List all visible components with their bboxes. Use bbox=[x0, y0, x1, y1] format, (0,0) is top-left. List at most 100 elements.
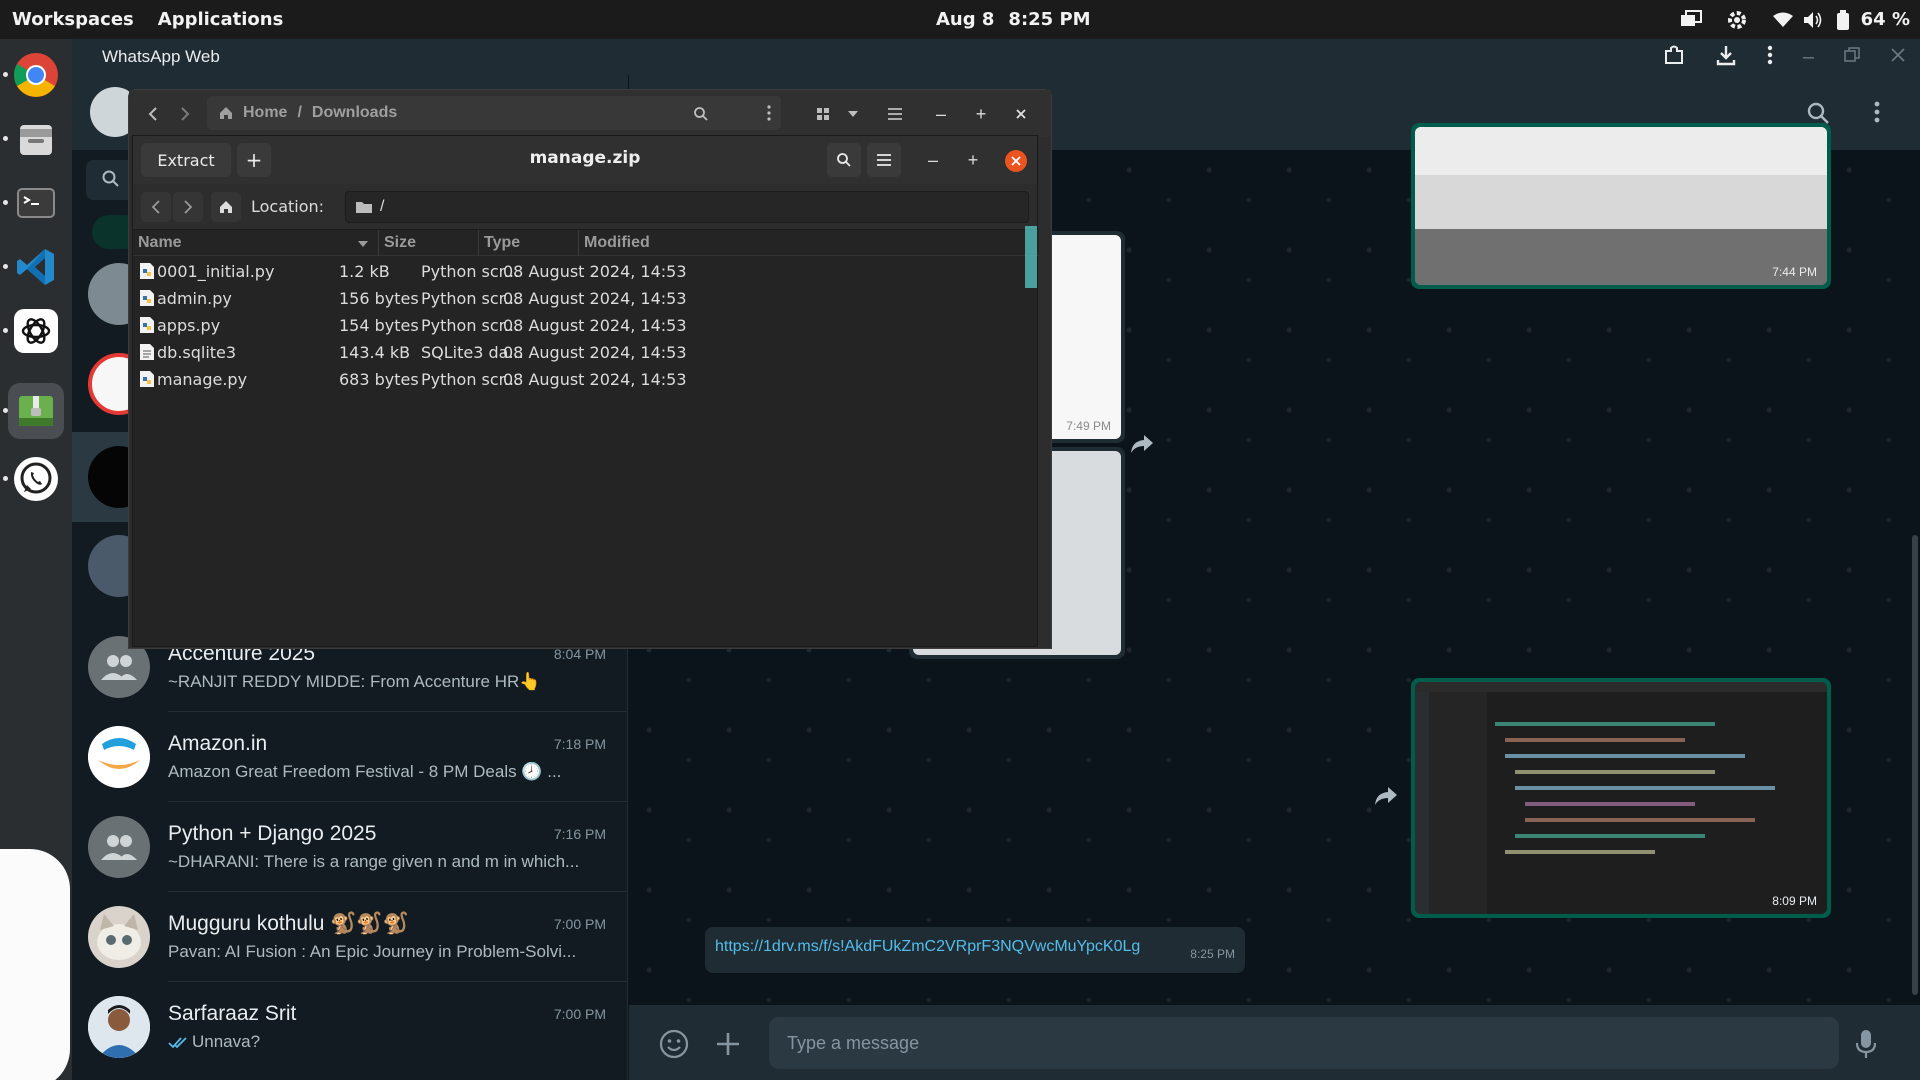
table-row[interactable]: admin.py 156 bytes Python scr... 08 August … bbox=[133, 285, 1039, 312]
column-header-size[interactable]: Size bbox=[379, 230, 479, 256]
microphone-icon[interactable] bbox=[1855, 1029, 1877, 1064]
workspaces-menu[interactable]: Workspaces bbox=[12, 9, 134, 30]
dock-vscode[interactable] bbox=[3, 239, 64, 295]
file-modified: 08 August 2024, 14:53 bbox=[503, 316, 687, 335]
close-icon[interactable] bbox=[1890, 47, 1906, 68]
chat-time: 7:16 PM bbox=[553, 826, 606, 842]
dock-terminal[interactable] bbox=[3, 175, 64, 231]
table-row[interactable]: 0001_initial.py 1.2 kB Python scr... 08 Aug… bbox=[133, 258, 1039, 285]
conversation-menu-icon[interactable] bbox=[1874, 101, 1880, 128]
file-name: db.sqlite3 bbox=[157, 343, 237, 362]
attach-plus-icon[interactable] bbox=[715, 1031, 741, 1062]
wifi-icon[interactable] bbox=[1771, 8, 1795, 32]
dock-archive-manager[interactable] bbox=[3, 383, 64, 439]
column-header-type[interactable]: Type bbox=[479, 230, 579, 256]
table-row[interactable]: manage.py 683 bytes Python scr... 08 August… bbox=[133, 366, 1039, 393]
archive-scrollbar[interactable] bbox=[1025, 226, 1037, 288]
message-time: 7:44 PM bbox=[1772, 265, 1817, 279]
battery-icon[interactable] bbox=[1831, 8, 1855, 32]
message-input[interactable] bbox=[769, 1017, 1839, 1069]
chat-preview: Pavan: AI Fusion : An Epic Journey in Pr… bbox=[168, 942, 577, 961]
download-icon[interactable] bbox=[1715, 44, 1737, 71]
chat-row[interactable]: Mugguru kothulu 🐒🐒🐒 7:00 PM Pavan: AI Fu… bbox=[72, 892, 628, 982]
running-indicator bbox=[3, 328, 8, 333]
settings-gear-icon[interactable] bbox=[1725, 8, 1749, 32]
column-header-name[interactable]: Name bbox=[133, 230, 379, 256]
back-icon[interactable] bbox=[139, 100, 167, 128]
chat-name: Python + Django 2025 bbox=[168, 822, 377, 845]
forward-nav-icon bbox=[184, 200, 193, 214]
view-options-chevron-icon[interactable] bbox=[841, 100, 865, 128]
chat-time: 7:18 PM bbox=[553, 736, 606, 752]
close-button[interactable] bbox=[1005, 150, 1027, 172]
clock-time: 8:25 PM bbox=[1008, 9, 1091, 30]
applications-menu[interactable]: Applications bbox=[158, 9, 284, 30]
amazon-avatar bbox=[88, 726, 150, 788]
breadcrumb-home[interactable]: Home bbox=[243, 104, 287, 122]
dock bbox=[0, 39, 72, 1080]
minimize-icon[interactable]: – bbox=[927, 100, 955, 128]
volume-icon[interactable] bbox=[1801, 8, 1825, 32]
clock[interactable]: Aug 8 8:25 PM bbox=[936, 9, 1091, 30]
dock-chrome[interactable] bbox=[3, 47, 64, 103]
forward-button[interactable] bbox=[173, 192, 203, 222]
table-row[interactable]: apps.py 154 bytes Python scr... 08 August 2… bbox=[133, 312, 1039, 339]
file-name: 0001_initial.py bbox=[157, 262, 275, 281]
extensions-icon[interactable] bbox=[1663, 44, 1685, 71]
hamburger-menu-icon bbox=[877, 154, 891, 166]
grid-view-icon[interactable] bbox=[809, 100, 837, 128]
python-file-icon bbox=[140, 263, 154, 279]
media-message[interactable]: 8:09 PM bbox=[1411, 678, 1831, 918]
home-button[interactable] bbox=[211, 192, 241, 222]
archive-menu-button[interactable] bbox=[867, 143, 901, 177]
close-icon[interactable] bbox=[1007, 100, 1035, 128]
database-file-icon bbox=[140, 344, 154, 360]
location-value: / bbox=[380, 198, 385, 215]
chat-preview: Unnava? bbox=[168, 1032, 598, 1052]
hamburger-menu-icon[interactable] bbox=[881, 100, 909, 128]
browser-title-bar: WhatsApp Web – bbox=[72, 39, 1920, 75]
minimize-icon[interactable]: – bbox=[919, 146, 947, 174]
running-indicator bbox=[3, 408, 8, 413]
emoji-icon[interactable] bbox=[659, 1029, 689, 1064]
file-name: apps.py bbox=[157, 316, 221, 335]
location-field[interactable]: / bbox=[345, 191, 1029, 223]
file-modified: 08 August 2024, 14:53 bbox=[503, 289, 687, 308]
dock-overlay-shape bbox=[0, 849, 70, 1080]
breadcrumb-current[interactable]: Downloads bbox=[312, 104, 397, 122]
table-header: Name Size Type Modified bbox=[133, 230, 1039, 256]
archive-header: Extract + manage.zip – + bbox=[133, 136, 1037, 184]
conversation-scrollbar[interactable] bbox=[1912, 535, 1918, 995]
chat-preview-text: Unnava? bbox=[192, 1032, 261, 1051]
maximize-icon[interactable] bbox=[1844, 46, 1860, 68]
forward-icon[interactable] bbox=[1129, 433, 1155, 460]
message-link[interactable]: https://1drv.ms/f/s!AkdFUkZmC2VRprF3NQVw… bbox=[715, 938, 1140, 956]
search-icon bbox=[837, 153, 851, 167]
maximize-icon[interactable]: + bbox=[967, 100, 995, 128]
chat-row[interactable]: Python + Django 2025 7:16 PM ~DHARANI: T… bbox=[72, 802, 628, 892]
forward-icon[interactable] bbox=[1373, 785, 1399, 812]
dock-whatsapp[interactable] bbox=[3, 451, 64, 507]
path-menu-icon[interactable] bbox=[767, 105, 771, 121]
back-button[interactable] bbox=[141, 192, 171, 222]
chatgpt-icon bbox=[14, 309, 58, 353]
chat-row[interactable]: Sarfaraaz Srit 7:00 PM Unnava? bbox=[72, 982, 628, 1072]
search-icon[interactable] bbox=[687, 100, 715, 128]
maximize-icon[interactable]: + bbox=[959, 146, 987, 174]
dock-files[interactable] bbox=[3, 111, 64, 167]
media-message[interactable]: 7:44 PM bbox=[1411, 123, 1831, 289]
battery-percentage: 64 % bbox=[1860, 9, 1910, 30]
chat-row[interactable]: Amazon.in 7:18 PM Amazon Great Freedom F… bbox=[72, 712, 628, 802]
cat-avatar bbox=[88, 906, 150, 968]
screen-share-icon[interactable] bbox=[1679, 8, 1703, 32]
column-header-modified[interactable]: Modified bbox=[579, 230, 1039, 256]
search-icon bbox=[102, 170, 119, 187]
dock-chatgpt[interactable] bbox=[3, 303, 64, 359]
message-time: 7:49 PM bbox=[1066, 419, 1111, 433]
file-modified: 08 August 2024, 14:53 bbox=[503, 262, 687, 281]
archive-search-button[interactable] bbox=[827, 143, 861, 177]
minimize-icon[interactable]: – bbox=[1803, 46, 1814, 69]
forward-nav-icon[interactable] bbox=[171, 100, 199, 128]
table-row[interactable]: db.sqlite3 143.4 kB SQLite3 da... 08 August… bbox=[133, 339, 1039, 366]
browser-menu-icon[interactable] bbox=[1767, 45, 1773, 70]
